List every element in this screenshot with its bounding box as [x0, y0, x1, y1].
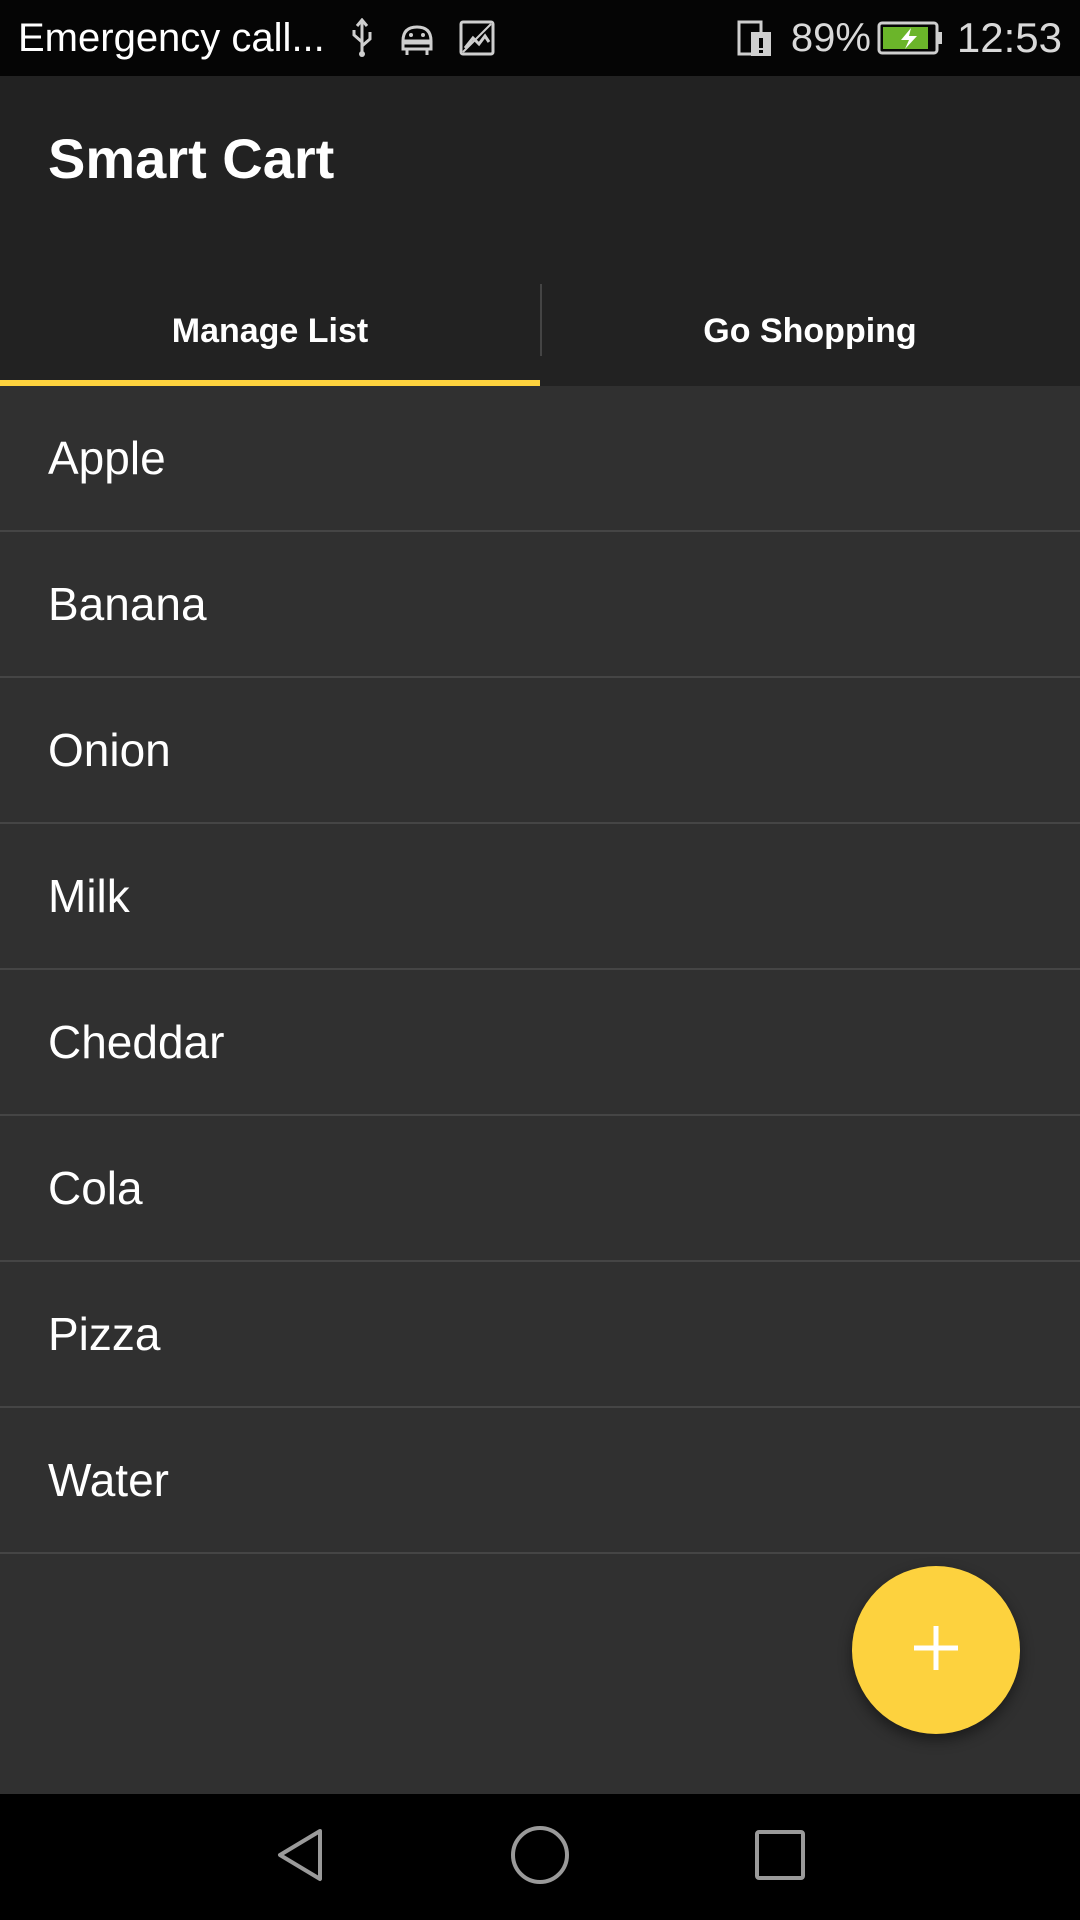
- list-item[interactable]: Apple: [0, 386, 1080, 532]
- list-item[interactable]: Cheddar: [0, 970, 1080, 1116]
- list-item[interactable]: Milk: [0, 824, 1080, 970]
- navigation-bar: [0, 1794, 1080, 1920]
- tab-go-shopping[interactable]: Go Shopping: [540, 276, 1080, 386]
- list-item[interactable]: Onion: [0, 678, 1080, 824]
- image-icon: [459, 20, 495, 56]
- sim-icon: [737, 18, 773, 58]
- battery-charging-icon: [877, 21, 943, 55]
- list-item[interactable]: Cola: [0, 1116, 1080, 1262]
- list-item-label: Cheddar: [48, 1016, 225, 1068]
- home-icon: [510, 1825, 570, 1890]
- tab-divider: [540, 284, 542, 356]
- tab-label: Go Shopping: [703, 311, 917, 350]
- app-bar: Smart Cart Manage List Go Shopping: [0, 76, 1080, 386]
- tab-manage-list[interactable]: Manage List: [0, 276, 540, 386]
- list-item-label: Banana: [48, 578, 207, 630]
- back-icon: [274, 1827, 326, 1888]
- status-bar: Emergency call... 89% 12:53: [0, 0, 1080, 76]
- battery-percent: 89%: [790, 15, 871, 60]
- clock: 12:53: [956, 14, 1062, 61]
- list-item-label: Cola: [48, 1162, 143, 1214]
- app-title: Smart Cart: [48, 127, 335, 190]
- list-item-label: Milk: [48, 870, 130, 922]
- plus-icon: [911, 1623, 961, 1678]
- shopping-list-content: Apple Banana Onion Milk Cheddar Cola Piz…: [0, 386, 1080, 1794]
- list-item-label: Apple: [48, 432, 166, 484]
- add-item-button[interactable]: [852, 1566, 1020, 1734]
- android-debug-icon: [399, 21, 435, 55]
- item-list: Apple Banana Onion Milk Cheddar Cola Piz…: [0, 386, 1080, 1554]
- list-item-label: Water: [48, 1454, 169, 1506]
- list-item[interactable]: Banana: [0, 532, 1080, 678]
- list-item-label: Onion: [48, 724, 171, 776]
- tab-label: Manage List: [171, 311, 369, 350]
- list-item[interactable]: Pizza: [0, 1262, 1080, 1408]
- usb-icon: [349, 18, 375, 58]
- list-item[interactable]: Water: [0, 1408, 1080, 1554]
- recents-icon: [754, 1829, 806, 1886]
- status-bar-left: Emergency call...: [18, 0, 495, 76]
- recents-button[interactable]: [660, 1829, 900, 1886]
- status-bar-right: 89% 12:53: [713, 0, 1062, 76]
- tab-bar: Manage List Go Shopping: [0, 276, 1080, 386]
- list-item-label: Pizza: [48, 1308, 161, 1360]
- back-button[interactable]: [180, 1827, 420, 1888]
- home-button[interactable]: [420, 1825, 660, 1890]
- carrier-text: Emergency call...: [18, 15, 325, 60]
